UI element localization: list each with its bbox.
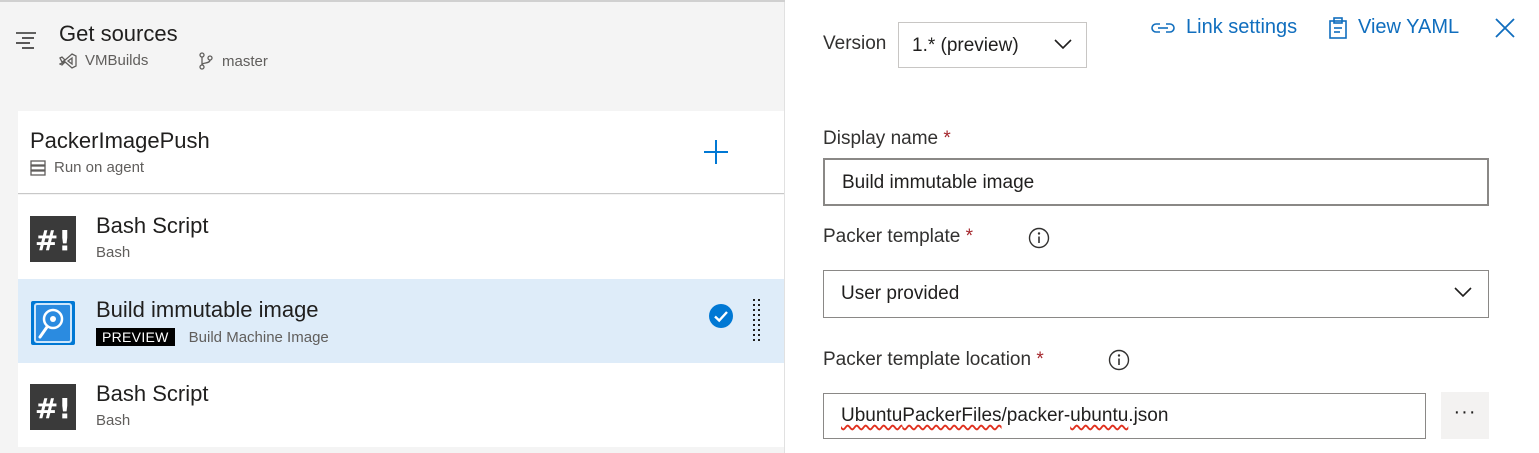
task-type: Bash	[96, 412, 130, 429]
branch-name: master	[222, 52, 268, 70]
visual-studio-repo-icon	[59, 52, 77, 69]
pipeline-tasks-pane: Get sources VMBuilds master PackerImageP…	[0, 0, 785, 453]
job-title: PackerImagePush	[30, 128, 210, 153]
branch-icon	[199, 52, 213, 70]
task-row[interactable]: #! Bash Script Bash	[18, 363, 784, 447]
bash-script-icon: #!	[30, 216, 76, 262]
packer-template-dropdown[interactable]: User provided	[823, 270, 1489, 318]
task-type-text: Bash	[96, 412, 131, 429]
path-segment: /packer-	[1001, 405, 1071, 426]
task-settings-panel: Version 1.* (preview) Link settings View…	[786, 0, 1539, 453]
task-row-selected[interactable]: Build immutable image PREVIEW Build Mach…	[18, 279, 784, 363]
top-divider	[0, 0, 785, 2]
spell-flag-segment: PackerFiles	[902, 405, 1002, 426]
display-name-label: Display name *	[823, 128, 951, 150]
task-name: Bash Script	[96, 213, 209, 238]
task-type: PREVIEW Build Machine Image	[96, 328, 329, 346]
svg-text:#!: #!	[35, 224, 71, 257]
link-settings-link[interactable]: Link settings	[1150, 16, 1297, 39]
chevron-down-icon	[1454, 287, 1472, 298]
task-name: Bash Script	[96, 381, 209, 406]
template-location-label: Packer template location *	[823, 349, 1044, 371]
version-dropdown[interactable]: 1.* (preview)	[898, 22, 1087, 68]
display-name-label-text: Display name	[823, 128, 939, 149]
repository: VMBuilds	[59, 52, 148, 69]
chevron-down-icon	[1054, 39, 1072, 50]
view-yaml-link[interactable]: View YAML	[1328, 16, 1459, 39]
template-location-input[interactable]: UbuntuPackerFiles/packer-ubuntu.json	[823, 393, 1426, 439]
display-name-input[interactable]: Build immutable image	[823, 158, 1489, 206]
task-type-text: Build Machine Image	[188, 328, 329, 346]
job-subtitle: Run on agent	[30, 159, 144, 176]
info-icon[interactable]	[1108, 349, 1130, 371]
required-mark: *	[943, 128, 951, 149]
link-icon	[1151, 22, 1175, 33]
drag-handle-icon[interactable]	[752, 298, 762, 344]
bash-script-icon: #!	[30, 384, 76, 430]
display-name-value: Build immutable image	[842, 172, 1035, 193]
required-mark: *	[965, 226, 973, 247]
job-subtitle-text: Run on agent	[54, 159, 145, 176]
spell-flag-segment: ubuntu	[1070, 405, 1129, 426]
get-sources-icon	[16, 32, 36, 49]
required-mark: *	[1036, 349, 1044, 370]
template-location-value: UbuntuPackerFiles/packer-ubuntu.json	[841, 405, 1168, 427]
preview-badge: PREVIEW	[96, 328, 175, 346]
server-icon	[30, 159, 46, 176]
task-type-text: Bash	[96, 244, 131, 261]
version-label: Version	[823, 33, 887, 54]
packer-template-label: Packer template *	[823, 226, 973, 248]
info-icon[interactable]	[1028, 227, 1050, 249]
task-type: Bash	[96, 244, 130, 261]
browse-more-button[interactable]: ···	[1441, 392, 1489, 439]
clipboard-icon	[1329, 16, 1347, 39]
packer-template-label-text: Packer template	[823, 226, 961, 247]
enabled-check-icon[interactable]	[708, 303, 734, 329]
version-value: 1.* (preview)	[912, 35, 1019, 56]
svg-text:#!: #!	[35, 392, 71, 425]
add-task-button[interactable]	[701, 137, 731, 167]
build-machine-image-icon	[31, 301, 75, 345]
repository-name: VMBuilds	[85, 52, 149, 69]
spell-flag-segment: Ubuntu	[841, 405, 903, 426]
get-sources-title[interactable]: Get sources	[59, 21, 178, 47]
template-location-label-text: Packer template location	[823, 349, 1032, 370]
packer-template-value: User provided	[841, 283, 960, 304]
task-row[interactable]: #! Bash Script Bash	[18, 195, 784, 279]
close-icon[interactable]	[1493, 16, 1517, 40]
task-name: Build immutable image	[96, 297, 319, 322]
path-segment: .json	[1128, 405, 1169, 426]
branch: master	[198, 52, 268, 70]
view-yaml-label: View YAML	[1358, 16, 1460, 38]
agent-job-header[interactable]: PackerImagePush Run on agent	[18, 111, 784, 194]
link-settings-label: Link settings	[1186, 16, 1298, 38]
